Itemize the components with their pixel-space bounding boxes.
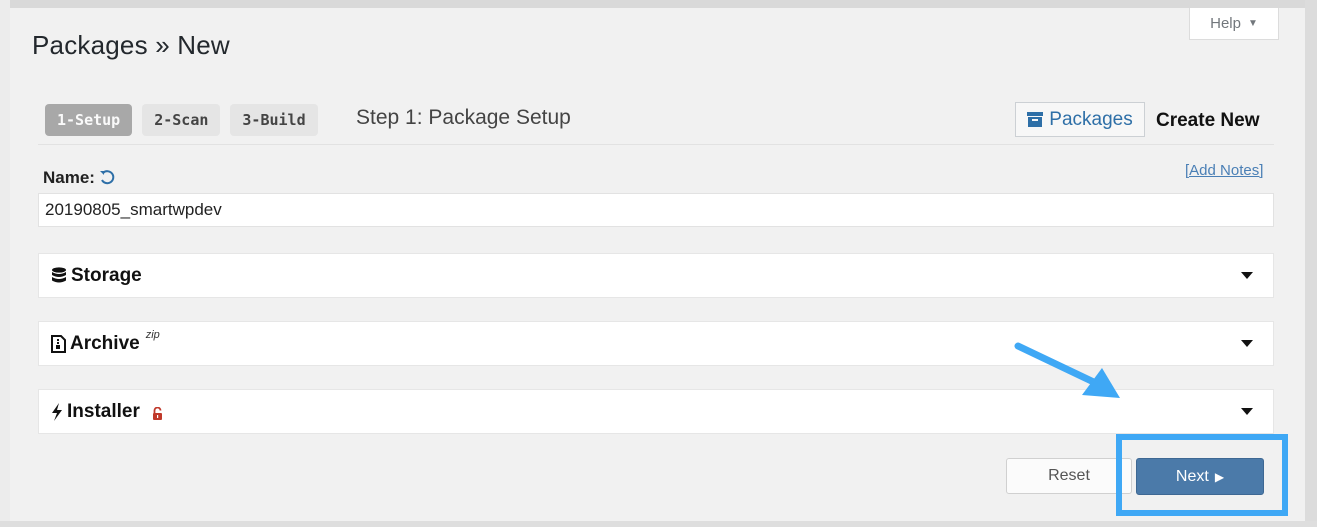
- name-label-text: Name:: [43, 168, 95, 187]
- storage-panel[interactable]: Storage: [38, 253, 1274, 298]
- installer-panel-title: Installer: [51, 401, 167, 423]
- reset-button[interactable]: Reset: [1006, 458, 1132, 494]
- storage-panel-title: Storage: [51, 265, 142, 287]
- wizard-steps: 1-Setup 2-Scan 3-Build: [45, 104, 328, 136]
- archive-panel[interactable]: Archive zip: [38, 321, 1274, 366]
- step-scan[interactable]: 2-Scan: [142, 104, 221, 136]
- chevron-down-icon: [1241, 271, 1253, 279]
- packages-button[interactable]: Packages: [1015, 102, 1145, 137]
- header-divider: [38, 144, 1274, 145]
- installer-panel-label: Installer: [67, 400, 140, 422]
- lock-icon: [152, 407, 162, 420]
- help-tab-label: Help: [1210, 15, 1241, 32]
- database-icon: [52, 267, 66, 283]
- chevron-down-icon: [1241, 339, 1253, 347]
- page-title: Packages » New: [32, 30, 230, 60]
- bolt-icon: [52, 402, 62, 421]
- duplicator-package-setup-screen: Help ▼ Packages » New 1-Setup 2-Scan 3-B…: [0, 0, 1317, 527]
- archive-panel-title: Archive zip: [51, 329, 160, 355]
- caret-down-icon: ▼: [1247, 18, 1258, 29]
- packages-button-label: Packages: [1049, 108, 1133, 130]
- next-button-label: Next: [1175, 467, 1209, 485]
- file-zip-icon: [51, 334, 66, 353]
- window-frame-top: [0, 0, 1317, 8]
- add-notes-link[interactable]: [Add Notes]: [1185, 162, 1263, 179]
- archive-panel-label: Archive: [70, 332, 140, 354]
- archive-format-badge: zip: [145, 328, 160, 341]
- window-frame-left: [0, 0, 10, 527]
- archive-box-icon: [1027, 112, 1044, 127]
- step-setup[interactable]: 1-Setup: [45, 104, 133, 136]
- next-button[interactable]: Next ▶: [1136, 458, 1264, 495]
- installer-panel[interactable]: Installer: [38, 389, 1274, 434]
- storage-panel-label: Storage: [71, 264, 142, 286]
- chevron-down-icon: [1241, 407, 1253, 415]
- step-build[interactable]: 3-Build: [230, 104, 318, 136]
- window-frame-bottom: [0, 521, 1317, 527]
- window-frame-right: [1305, 0, 1317, 527]
- help-tab-button[interactable]: Help ▼: [1189, 8, 1279, 40]
- package-name-input[interactable]: [38, 193, 1274, 227]
- reset-name-icon[interactable]: [99, 170, 115, 186]
- name-field-label: Name:: [43, 168, 115, 188]
- create-new-label: Create New: [1156, 110, 1260, 131]
- play-arrow-icon: ▶: [1214, 469, 1225, 484]
- step-title: Step 1: Package Setup: [356, 106, 571, 129]
